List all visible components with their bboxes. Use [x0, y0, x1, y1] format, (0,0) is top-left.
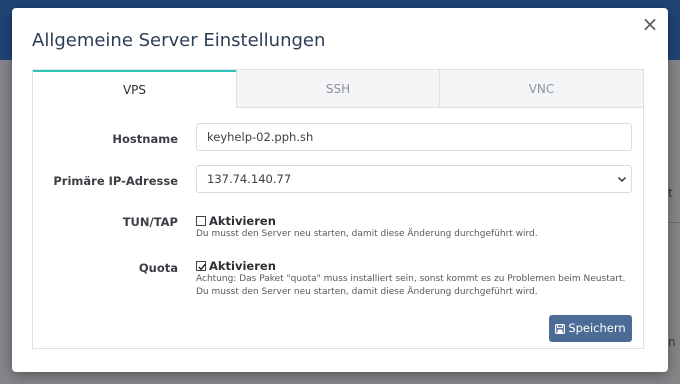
- floppy-disk-icon: [555, 324, 566, 335]
- tun-tap-help-text: Du musst den Server neu starten, damit d…: [196, 229, 538, 239]
- quota-checkbox[interactable]: [196, 261, 206, 271]
- background-text: n: [668, 335, 676, 349]
- server-settings-modal: Allgemeine Server Einstellungen × VPS SS…: [12, 8, 668, 372]
- hostname-label: Hostname: [112, 132, 178, 146]
- quota-help-text: Achtung: Das Paket "quota" muss installi…: [196, 274, 626, 297]
- hostname-input[interactable]: keyhelp-02.pph.sh: [196, 123, 632, 151]
- chevron-down-icon: [617, 176, 627, 183]
- tab-panel: VPS SSH VNC Hostname keyhelp-02.pph.sh P…: [32, 69, 644, 349]
- primary-ip-select[interactable]: 137.74.140.77: [196, 165, 632, 193]
- tab-ssh[interactable]: SSH: [236, 70, 439, 108]
- save-button[interactable]: Speichern: [549, 315, 632, 342]
- tun-tap-checkbox-label[interactable]: Aktivieren: [209, 214, 276, 228]
- background-divider: [668, 222, 680, 223]
- tab-bar: VPS SSH VNC: [33, 70, 643, 108]
- checkmark-icon: [198, 263, 206, 271]
- background-text: t: [668, 186, 673, 200]
- primary-ip-label: Primäre IP-Adresse: [53, 174, 178, 188]
- quota-label: Quota: [138, 261, 178, 275]
- tab-vps[interactable]: VPS: [33, 70, 236, 108]
- modal-title: Allgemeine Server Einstellungen: [32, 30, 326, 51]
- close-icon[interactable]: ×: [640, 14, 660, 34]
- save-button-label: Speichern: [568, 321, 626, 335]
- quota-checkbox-label[interactable]: Aktivieren: [209, 259, 276, 273]
- tab-vnc[interactable]: VNC: [439, 70, 643, 108]
- tun-tap-checkbox[interactable]: [196, 216, 206, 226]
- tun-tap-label: TUN/TAP: [122, 215, 178, 229]
